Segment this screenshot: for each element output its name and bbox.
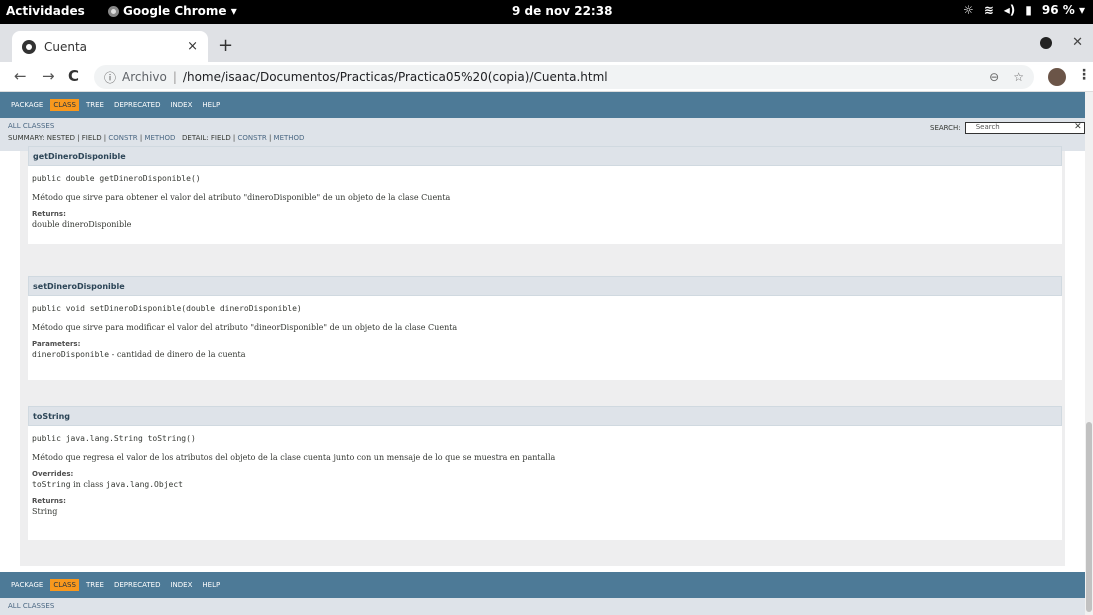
all-classes-link[interactable]: ALL CLASSES — [8, 122, 54, 130]
clock[interactable]: 9 de nov 22:38 — [512, 4, 612, 18]
tab-cuenta[interactable]: Cuenta × — [12, 31, 208, 62]
search-input[interactable]: Search ✕ — [964, 122, 1085, 134]
method-heading: setDineroDisponible — [28, 276, 1062, 296]
bottom-nav: PACKAGE CLASS TREE DEPRECATED INDEX HELP… — [0, 572, 1085, 615]
url-text: /home/isaac/Documentos/Practicas/Practic… — [182, 70, 608, 84]
detail-prefix: DETAIL: FIELD | — [175, 134, 238, 142]
browser-toolbar: ← → C ⓘ Archivo | /home/isaac/Documentos… — [0, 62, 1093, 92]
nav-package[interactable]: PACKAGE — [8, 99, 46, 111]
returns-value: String — [32, 507, 58, 516]
parameters-label: Parameters: — [32, 340, 81, 348]
method-description: Método que regresa el valor de los atrib… — [32, 453, 556, 462]
overrides-label: Overrides: — [32, 470, 74, 478]
wifi-icon: ≋ — [983, 3, 994, 17]
nav-tree[interactable]: TREE — [83, 579, 107, 591]
tab-title: Cuenta — [44, 39, 88, 54]
system-tray[interactable]: ☼ ≋ ◂) ▮ 96 % ▾ — [963, 3, 1085, 17]
forward-icon[interactable]: → — [42, 67, 55, 85]
volume-icon: ◂) — [1003, 3, 1016, 17]
window-close-icon[interactable]: ✕ — [1072, 35, 1083, 50]
method-heading: toString — [28, 406, 1062, 426]
nav-class: CLASS — [50, 99, 79, 111]
nav-help[interactable]: HELP — [199, 99, 223, 111]
favicon-icon — [22, 39, 36, 54]
method-signature: public java.lang.String toString() — [32, 434, 196, 443]
profile-avatar[interactable] — [1048, 68, 1066, 86]
nav-class: CLASS — [50, 579, 79, 591]
search-area: SEARCH: Search ✕ — [930, 122, 1085, 134]
method-description: Método que sirve para obtener el valor d… — [32, 193, 451, 202]
page-scrollbar[interactable] — [1085, 92, 1093, 615]
activities-button[interactable]: Actividades — [6, 4, 85, 18]
method-signature: public void setDineroDisponible(double d… — [32, 304, 302, 313]
nav-tree[interactable]: TREE — [83, 99, 107, 111]
search-label: SEARCH: — [930, 124, 961, 132]
param-description: - cantidad de dinero de la cuenta — [109, 350, 246, 359]
battery-icon: ▮ — [1025, 3, 1032, 17]
summary-prefix: SUMMARY: NESTED | FIELD | — [8, 134, 109, 142]
detail-constr-link[interactable]: CONSTR — [238, 134, 267, 142]
method-details: getDineroDisponible public double getDin… — [20, 146, 1065, 566]
nav-deprecated[interactable]: DEPRECATED — [111, 99, 164, 111]
page-content: PACKAGE CLASS TREE DEPRECATED INDEX HELP… — [0, 92, 1085, 615]
new-tab-button[interactable]: + — [218, 35, 233, 56]
bottom-sub-nav: ALL CLASSES — [0, 598, 1085, 615]
overrides-value: toString in class java.lang.Object — [32, 480, 1058, 489]
override-in-class: in class — [70, 480, 106, 489]
close-tab-icon[interactable]: × — [187, 39, 198, 54]
url-scheme-label: Archivo — [122, 70, 167, 84]
battery-level: 96 % ▾ — [1041, 3, 1085, 17]
app-menu-label: Google Chrome ▾ — [123, 4, 237, 18]
zoom-icon[interactable]: ⊖ — [989, 70, 999, 84]
app-menu[interactable]: Google Chrome ▾ — [108, 4, 237, 18]
top-nav-bar: PACKAGE CLASS TREE DEPRECATED INDEX HELP — [0, 92, 1085, 118]
nav-package[interactable]: PACKAGE — [8, 579, 46, 591]
brightness-icon: ☼ — [962, 3, 974, 17]
address-bar[interactable]: ⓘ Archivo | /home/isaac/Documentos/Pract… — [94, 65, 1034, 89]
method-heading: getDineroDisponible — [28, 146, 1062, 166]
url-separator: | — [172, 70, 177, 84]
detail-method-link[interactable]: METHOD — [274, 134, 305, 142]
nav-help[interactable]: HELP — [199, 579, 223, 591]
bottom-nav-bar: PACKAGE CLASS TREE DEPRECATED INDEX HELP — [0, 572, 1085, 598]
tab-strip: Cuenta × + ✕ — [0, 24, 1093, 62]
method-block: getDineroDisponible public double getDin… — [28, 146, 1062, 244]
returns-value: double dineroDisponible — [32, 220, 132, 229]
search-placeholder: Search — [975, 123, 1000, 131]
method-signature: public double getDineroDisponible() — [32, 174, 201, 183]
summary-method-link[interactable]: METHOD — [144, 134, 175, 142]
chrome-app-icon — [108, 5, 119, 17]
system-top-bar: Actividades Google Chrome ▾ 9 de nov 22:… — [0, 0, 1093, 24]
bookmark-star-icon[interactable]: ☆ — [1013, 70, 1024, 84]
override-class-name: java.lang.Object — [105, 480, 183, 489]
scrollbar-thumb[interactable] — [1086, 422, 1092, 612]
reload-icon[interactable]: C — [68, 67, 79, 85]
returns-label: Returns: — [32, 210, 66, 218]
record-icon[interactable] — [1040, 36, 1053, 49]
override-method-link[interactable]: toString — [32, 480, 71, 489]
method-block: toString public java.lang.String toStrin… — [28, 406, 1062, 540]
method-description: Método que sirve para modificar el valor… — [32, 323, 458, 332]
nav-deprecated[interactable]: DEPRECATED — [111, 579, 164, 591]
nav-index[interactable]: INDEX — [167, 579, 195, 591]
summary-constr-link[interactable]: CONSTR — [108, 134, 137, 142]
method-block: setDineroDisponible public void setDiner… — [28, 276, 1062, 380]
clear-search-icon[interactable]: ✕ — [1074, 122, 1082, 132]
info-icon[interactable]: ⓘ — [104, 69, 116, 86]
detail-separator: | — [266, 134, 274, 142]
param-name: dineroDisponible — [32, 350, 110, 359]
back-icon[interactable]: ← — [14, 67, 27, 85]
more-menu-icon[interactable]: ⋮ — [1077, 67, 1091, 83]
all-classes-link[interactable]: ALL CLASSES — [8, 602, 54, 610]
returns-label: Returns: — [32, 497, 66, 505]
parameters-value: dineroDisponible - cantidad de dinero de… — [32, 350, 1058, 359]
summary-links: SUMMARY: NESTED | FIELD | CONSTR | METHO… — [8, 134, 304, 142]
nav-index[interactable]: INDEX — [167, 99, 195, 111]
